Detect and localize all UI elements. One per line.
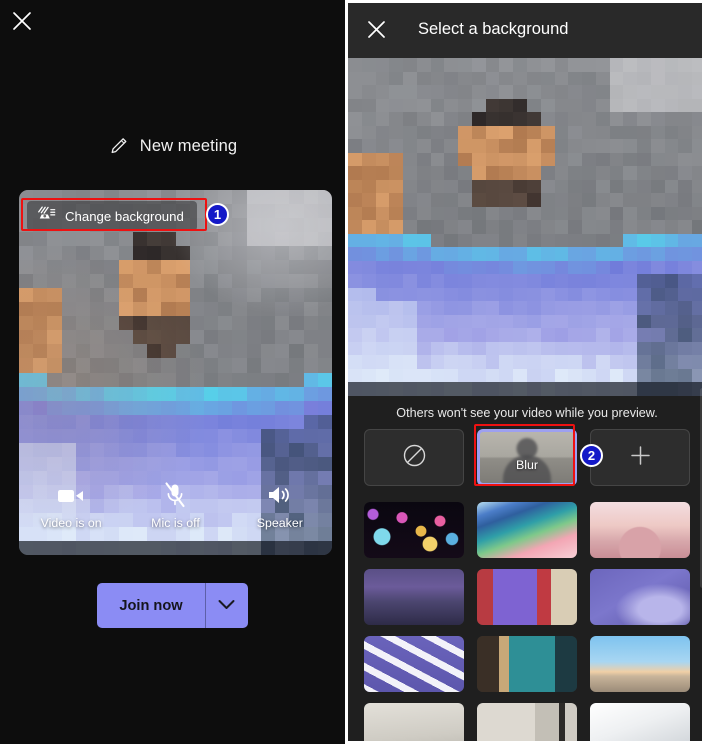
new-meeting-label: New meeting bbox=[139, 136, 238, 155]
microphone-muted-icon bbox=[163, 482, 187, 508]
background-thumbnail-teal-office-lockers[interactable] bbox=[477, 636, 577, 692]
background-thumbnail-bokeh-lights[interactable] bbox=[364, 502, 464, 558]
new-meeting-heading: New meeting bbox=[0, 135, 345, 157]
background-thumbnail-modern-lounge[interactable] bbox=[364, 569, 464, 625]
speaker-button[interactable]: Speaker bbox=[228, 483, 332, 530]
background-picker-panel: Select a background Others won't see you… bbox=[348, 0, 706, 744]
special-background-tiles: Blur bbox=[348, 429, 706, 489]
annotation-badge-2: 2 bbox=[580, 444, 603, 467]
frame-edge-top bbox=[345, 0, 706, 3]
background-picker-header: Select a background bbox=[348, 0, 706, 58]
background-tile-none[interactable] bbox=[364, 429, 464, 486]
video-toggle-label: Video is on bbox=[40, 516, 102, 530]
chevron-down-icon bbox=[218, 597, 235, 615]
preview-notice: Others won't see your video while you pr… bbox=[348, 396, 706, 429]
background-picker-title: Select a background bbox=[418, 19, 569, 38]
video-toggle-button[interactable]: Video is on bbox=[19, 483, 123, 530]
join-button-group: Join now bbox=[97, 583, 248, 628]
screen-root: New meeting Change background Video is o… bbox=[0, 0, 706, 744]
join-options-button[interactable] bbox=[205, 583, 248, 628]
background-thumbnail-white-room-b[interactable] bbox=[477, 703, 577, 744]
background-thumbnail-purple-texture-frame[interactable] bbox=[590, 569, 690, 625]
change-background-label: Change background bbox=[65, 208, 184, 224]
close-icon[interactable] bbox=[363, 16, 389, 42]
pencil-icon bbox=[108, 135, 130, 157]
close-icon[interactable] bbox=[9, 8, 35, 34]
video-preview-card: Change background Video is on Mic is off… bbox=[19, 190, 332, 555]
change-background-icon bbox=[37, 205, 56, 227]
background-thumbnail-sticky-notes-wall[interactable] bbox=[364, 636, 464, 692]
frame-edge-right bbox=[702, 0, 706, 744]
plus-icon bbox=[628, 443, 653, 473]
change-background-button[interactable]: Change background bbox=[27, 201, 197, 231]
mic-toggle-button[interactable]: Mic is off bbox=[123, 482, 227, 530]
background-tile-blur[interactable]: Blur bbox=[477, 429, 577, 486]
background-thumbnail-colorful-office-shelves[interactable] bbox=[477, 569, 577, 625]
join-now-button[interactable]: Join now bbox=[97, 583, 205, 628]
background-preview bbox=[348, 58, 706, 396]
annotation-badge-1: 1 bbox=[206, 203, 229, 226]
background-thumbnail-beach-sunset[interactable] bbox=[590, 636, 690, 692]
background-tile-add[interactable] bbox=[590, 429, 690, 486]
background-thumbnail-abstract-waves[interactable] bbox=[477, 502, 577, 558]
background-thumbnail-white-room-c[interactable] bbox=[590, 703, 690, 744]
background-thumbnail-candy-landscape[interactable] bbox=[590, 502, 690, 558]
background-tile-blur-label: Blur bbox=[515, 457, 539, 472]
join-row: Join now bbox=[0, 583, 345, 628]
no-background-icon bbox=[402, 443, 427, 473]
mic-toggle-label: Mic is off bbox=[151, 516, 200, 530]
speaker-icon bbox=[267, 483, 293, 507]
video-camera-icon bbox=[57, 483, 85, 507]
speaker-label: Speaker bbox=[256, 516, 303, 530]
background-thumbnail-white-room-a[interactable] bbox=[364, 703, 464, 744]
call-controls: Video is on Mic is off Speaker bbox=[19, 473, 332, 555]
background-thumbnail-grid bbox=[348, 489, 706, 744]
prejoin-panel: New meeting Change background Video is o… bbox=[0, 0, 345, 744]
